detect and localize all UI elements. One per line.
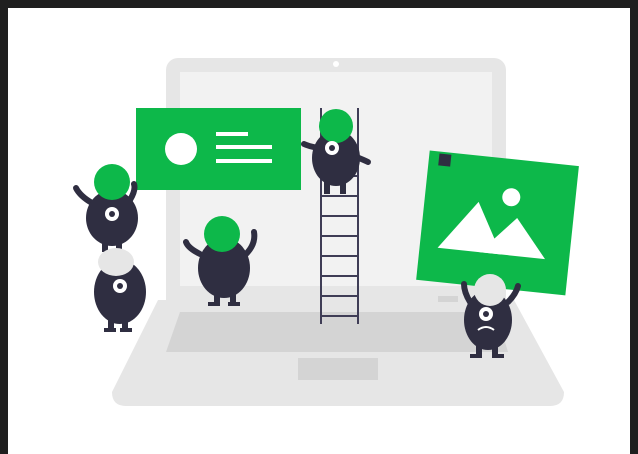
card-line [216, 159, 272, 163]
camera-dot [333, 61, 339, 67]
profile-card-icon [136, 108, 301, 190]
team-building-illustration [73, 58, 579, 406]
laptop-port [438, 296, 458, 302]
illustration-canvas [8, 8, 630, 454]
image-placeholder-icon [416, 150, 579, 296]
card-line [216, 145, 272, 149]
monster-character [73, 164, 138, 252]
card-line [216, 132, 248, 136]
avatar-placeholder [165, 133, 197, 165]
keyboard-area [166, 312, 508, 352]
monster-character [94, 248, 146, 332]
image-corner-square [438, 153, 452, 167]
trackpad [298, 358, 378, 380]
